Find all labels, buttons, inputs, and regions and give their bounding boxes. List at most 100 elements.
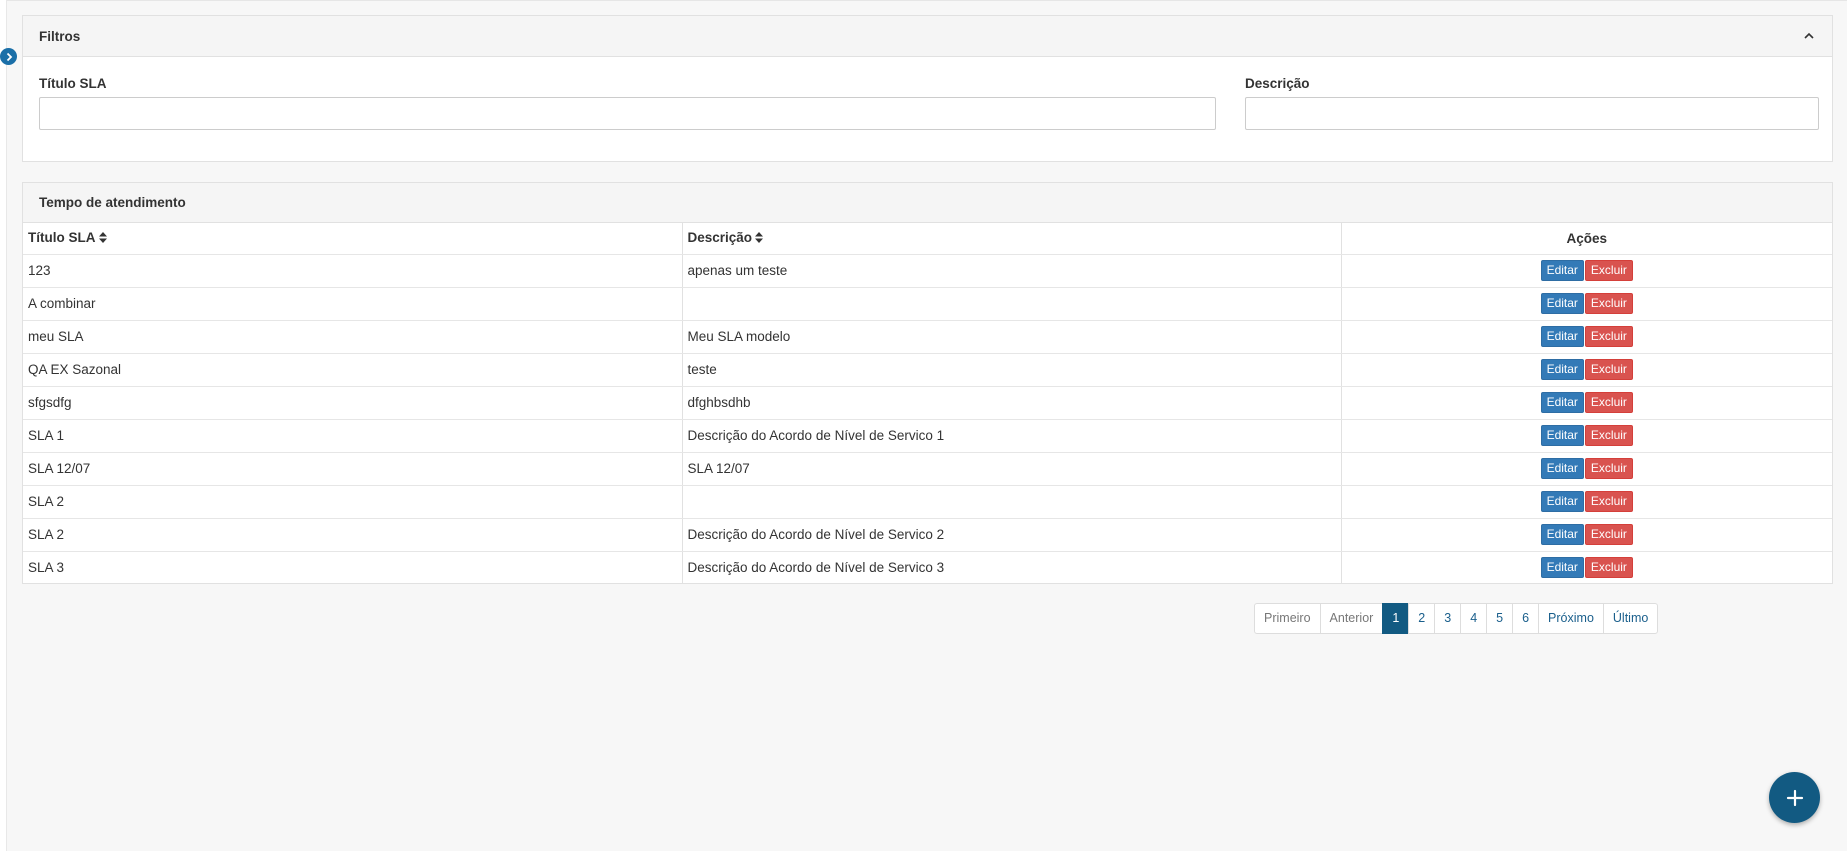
chevron-right-icon xyxy=(6,52,12,61)
filters-title: Filtros xyxy=(39,28,81,44)
column-description-label: Descrição xyxy=(687,230,753,246)
table-row: QA EX Sazonal teste Editar Excluir xyxy=(23,353,1832,387)
table-row: SLA 3 Descrição do Acordo de Nível de Ser… xyxy=(23,551,1832,584)
edit-button[interactable]: Editar xyxy=(1540,425,1584,446)
pagination: Primeiro Anterior 1 2 3 4 5 6 Próximo Úl… xyxy=(1254,603,1659,634)
pagination-page-3[interactable]: 3 xyxy=(1434,603,1462,634)
table-row: 123 apenas um teste Editar Excluir xyxy=(23,254,1832,288)
edit-button[interactable]: Editar xyxy=(1540,491,1584,512)
cell-description xyxy=(682,287,1342,321)
cell-description: Descrição do Acordo de Nível de Servico … xyxy=(682,551,1342,584)
pagination-first[interactable]: Primeiro xyxy=(1254,603,1321,634)
title-filter-label: Título SLA xyxy=(39,76,107,91)
delete-button[interactable]: Excluir xyxy=(1584,524,1633,545)
sort-icon[interactable] xyxy=(98,231,107,246)
column-header-title[interactable]: Título SLA xyxy=(23,223,683,255)
cell-title: 123 xyxy=(23,254,683,288)
title-filter-input[interactable] xyxy=(39,97,1216,130)
edit-button[interactable]: Editar xyxy=(1540,524,1584,545)
column-header-description[interactable]: Descrição xyxy=(682,223,1342,255)
cell-actions: Editar Excluir xyxy=(1341,386,1832,420)
table-row: SLA 2 Descrição do Acordo de Nível de Ser… xyxy=(23,518,1832,552)
cell-title: SLA 12/07 xyxy=(23,452,683,486)
delete-button[interactable]: Excluir xyxy=(1584,425,1633,446)
cell-title: SLA 1 xyxy=(23,419,683,453)
delete-button[interactable]: Excluir xyxy=(1584,260,1633,281)
table-row: SLA 1 Descrição do Acordo de Nível de Ser… xyxy=(23,419,1832,453)
pagination-page-2[interactable]: 2 xyxy=(1408,603,1436,634)
pagination-page-1[interactable]: 1 xyxy=(1382,603,1410,634)
description-filter-input[interactable] xyxy=(1245,97,1819,130)
description-filter-label: Descrição xyxy=(1245,76,1310,91)
cell-title: SLA 2 xyxy=(23,485,683,519)
column-header-actions: Ações xyxy=(1341,223,1832,255)
edit-button[interactable]: Editar xyxy=(1540,326,1584,347)
pagination-next[interactable]: Próximo xyxy=(1538,603,1604,634)
sidebar-toggle-button[interactable] xyxy=(0,48,17,65)
filters-panel: Filtros Título SLA Descrição xyxy=(22,15,1833,162)
plus-icon xyxy=(1786,789,1803,806)
cell-actions: Editar Excluir xyxy=(1341,551,1832,584)
delete-button[interactable]: Excluir xyxy=(1584,359,1633,380)
cell-description: dfghbsdhb xyxy=(682,386,1342,420)
edit-button[interactable]: Editar xyxy=(1540,557,1584,579)
left-strip xyxy=(0,0,7,851)
cell-description: Descrição do Acordo de Nível de Servico … xyxy=(682,518,1342,552)
filters-heading[interactable]: Filtros xyxy=(23,16,1832,57)
description-filter-group: Descrição xyxy=(1245,76,1819,130)
cell-title: sfgsdfg xyxy=(23,386,683,420)
table-row: SLA 12/07 SLA 12/07 Editar Excluir xyxy=(23,452,1832,486)
delete-button[interactable]: Excluir xyxy=(1584,392,1633,413)
cell-description: Meu SLA modelo xyxy=(682,320,1342,354)
table-row: sfgsdfg dfghbsdhb Editar Excluir xyxy=(23,386,1832,420)
cell-actions: Editar Excluir xyxy=(1341,353,1832,387)
table-body: 123 apenas um teste Editar Excluir A combina… xyxy=(23,254,1832,584)
sla-table: Título SLA Descrição Ações 123 apenas um … xyxy=(23,223,1832,584)
pagination-page-5[interactable]: 5 xyxy=(1486,603,1514,634)
cell-actions: Editar Excluir xyxy=(1341,419,1832,453)
cell-actions: Editar Excluir xyxy=(1341,518,1832,552)
cell-title: meu SLA xyxy=(23,320,683,354)
cell-title: A combinar xyxy=(23,287,683,321)
edit-button[interactable]: Editar xyxy=(1540,293,1584,314)
cell-title: SLA 2 xyxy=(23,518,683,552)
delete-button[interactable]: Excluir xyxy=(1584,491,1633,512)
results-heading: Tempo de atendimento xyxy=(23,183,1832,223)
cell-actions: Editar Excluir xyxy=(1341,320,1832,354)
delete-button[interactable]: Excluir xyxy=(1584,557,1633,579)
cell-description: Descrição do Acordo de Nível de Servico … xyxy=(682,419,1342,453)
cell-title: SLA 3 xyxy=(23,551,683,584)
edit-button[interactable]: Editar xyxy=(1540,359,1584,380)
pagination-page-4[interactable]: 4 xyxy=(1460,603,1488,634)
cell-actions: Editar Excluir xyxy=(1341,452,1832,486)
top-divider xyxy=(7,0,1847,1)
delete-button[interactable]: Excluir xyxy=(1584,458,1633,479)
table-row: meu SLA Meu SLA modelo Editar Excluir xyxy=(23,320,1832,354)
table-header-row: Título SLA Descrição Ações xyxy=(23,223,1832,255)
cell-description: apenas um teste xyxy=(682,254,1342,288)
cell-actions: Editar Excluir xyxy=(1341,254,1832,288)
delete-button[interactable]: Excluir xyxy=(1584,293,1633,314)
cell-description: teste xyxy=(682,353,1342,387)
title-filter-group: Título SLA xyxy=(39,76,1216,130)
sort-icon[interactable] xyxy=(755,231,764,246)
table-row: SLA 2 Editar Excluir xyxy=(23,485,1832,519)
cell-title: QA EX Sazonal xyxy=(23,353,683,387)
results-title: Tempo de atendimento xyxy=(39,195,186,210)
table-row: A combinar Editar Excluir xyxy=(23,287,1832,321)
edit-button[interactable]: Editar xyxy=(1540,392,1584,413)
cell-description: SLA 12/07 xyxy=(682,452,1342,486)
column-title-label: Título SLA xyxy=(28,230,96,246)
chevron-up-icon[interactable] xyxy=(1802,29,1816,43)
pagination-page-6[interactable]: 6 xyxy=(1512,603,1540,634)
cell-actions: Editar Excluir xyxy=(1341,287,1832,321)
cell-actions: Editar Excluir xyxy=(1341,485,1832,519)
edit-button[interactable]: Editar xyxy=(1540,458,1584,479)
add-sla-button[interactable] xyxy=(1769,772,1820,823)
pagination-previous[interactable]: Anterior xyxy=(1319,603,1384,634)
cell-description xyxy=(682,485,1342,519)
pagination-last[interactable]: Último xyxy=(1602,603,1659,634)
delete-button[interactable]: Excluir xyxy=(1584,326,1633,347)
edit-button[interactable]: Editar xyxy=(1540,260,1584,281)
results-panel: Tempo de atendimento Título SLA Descriçã… xyxy=(22,182,1833,584)
